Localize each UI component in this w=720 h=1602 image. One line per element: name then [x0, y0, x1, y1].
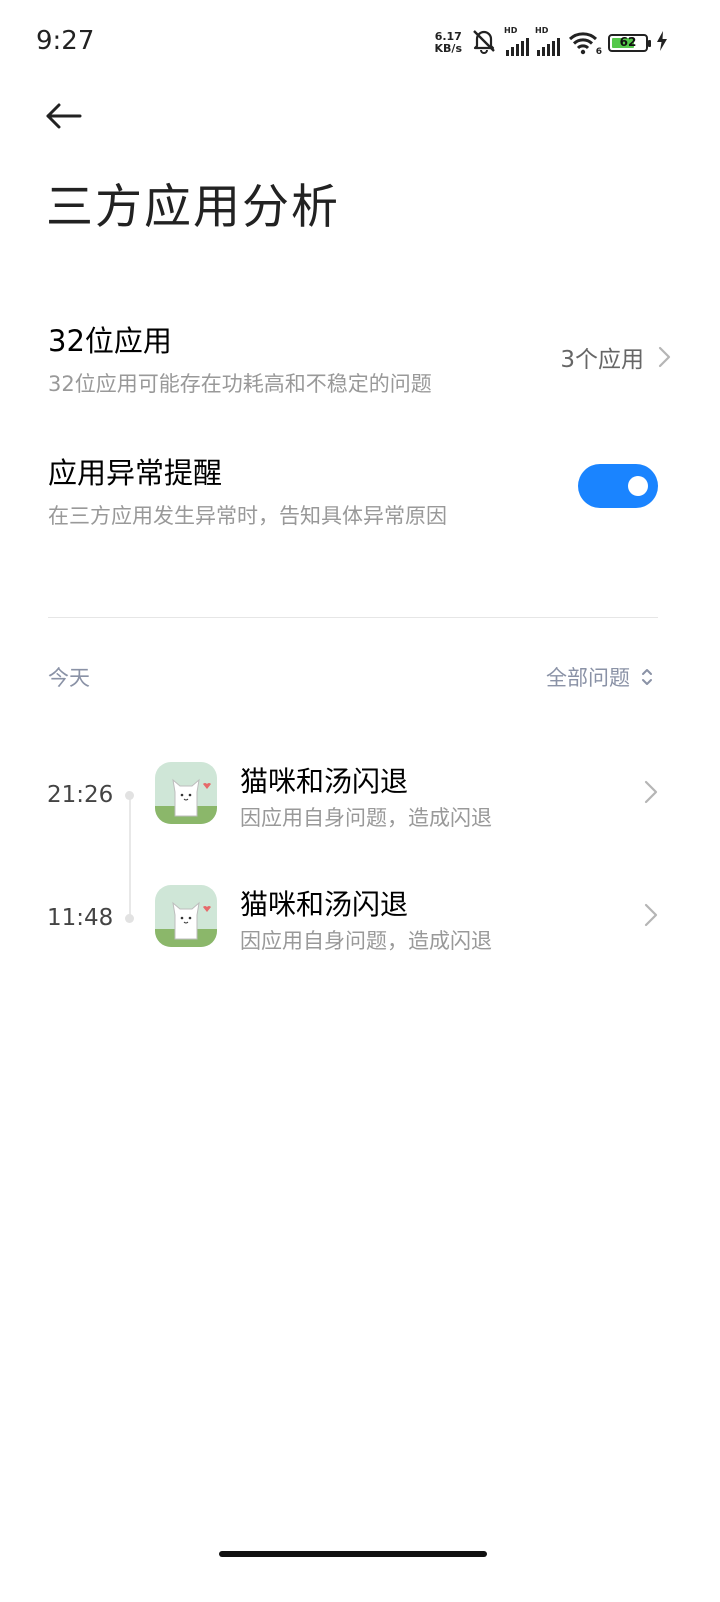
- sort-updown-icon: [642, 669, 652, 685]
- network-speed-unit: KB/s: [434, 42, 462, 55]
- wifi-icon: 6: [568, 31, 602, 57]
- home-indicator[interactable]: [219, 1551, 487, 1557]
- charging-icon: [656, 31, 668, 55]
- sim1-signal-icon: HD: [504, 26, 529, 56]
- network-speed: 6.17 KB/s: [435, 31, 462, 55]
- cat-app-icon: [155, 885, 217, 947]
- event-title: 猫咪和汤闪退: [240, 888, 409, 921]
- event-row[interactable]: 11:48 猫咪和汤闪退 因应用自身问题，造成闪退: [0, 885, 720, 965]
- event-description: 因应用自身问题，造成闪退: [240, 806, 492, 830]
- status-time: 9:27: [36, 26, 95, 56]
- issue-filter-label: 全部问题: [546, 666, 630, 690]
- sim1-hd-label: HD: [504, 26, 518, 35]
- event-row[interactable]: 21:26 猫咪和汤闪退 因应用自身问题，造成闪退: [0, 762, 720, 842]
- screen: 9:27 6.17 KB/s HD HD 6 62 三方应用分析 32位应用 3…: [0, 0, 720, 1602]
- cat-app-icon: [155, 762, 217, 824]
- battery-level: 62: [619, 35, 637, 49]
- mute-bell-icon: [470, 28, 498, 58]
- anomaly-alert-subtitle: 在三方应用发生异常时，告知具体异常原因: [48, 504, 447, 528]
- divider: [48, 617, 658, 618]
- event-description: 因应用自身问题，造成闪退: [240, 929, 492, 953]
- sim2-signal-icon: HD: [535, 26, 560, 56]
- day-label: 今天: [48, 666, 90, 690]
- page-title: 三方应用分析: [46, 180, 340, 235]
- event-time: 21:26: [47, 782, 114, 808]
- chevron-right-icon: [644, 780, 658, 804]
- battery-icon: 62: [608, 34, 651, 52]
- wifi-label: 6: [595, 47, 602, 57]
- event-time: 11:48: [47, 905, 114, 931]
- back-button[interactable]: [44, 96, 84, 136]
- status-bar: 9:27 6.17 KB/s HD HD 6 62: [0, 0, 720, 84]
- chevron-right-icon: [644, 903, 658, 927]
- toggle-knob: [628, 476, 648, 496]
- anomaly-alert-row: 应用异常提醒 在三方应用发生异常时，告知具体异常原因: [48, 450, 672, 530]
- app32-value: 3个应用: [560, 340, 672, 374]
- status-icons: 6.17 KB/s HD HD 6 62: [435, 26, 668, 58]
- app32-setting-row[interactable]: 32位应用 32位应用可能存在功耗高和不稳定的问题 3个应用: [48, 318, 672, 398]
- chevron-right-icon: [658, 346, 671, 368]
- back-arrow-icon: [46, 103, 82, 129]
- timeline-dot: [125, 914, 134, 923]
- event-title: 猫咪和汤闪退: [240, 765, 409, 798]
- issue-filter-dropdown[interactable]: 全部问题: [546, 662, 654, 692]
- sim2-hd-label: HD: [535, 26, 549, 35]
- app32-count: 3个应用: [560, 347, 644, 373]
- timeline-dot: [125, 791, 134, 800]
- anomaly-alert-toggle[interactable]: [578, 464, 658, 508]
